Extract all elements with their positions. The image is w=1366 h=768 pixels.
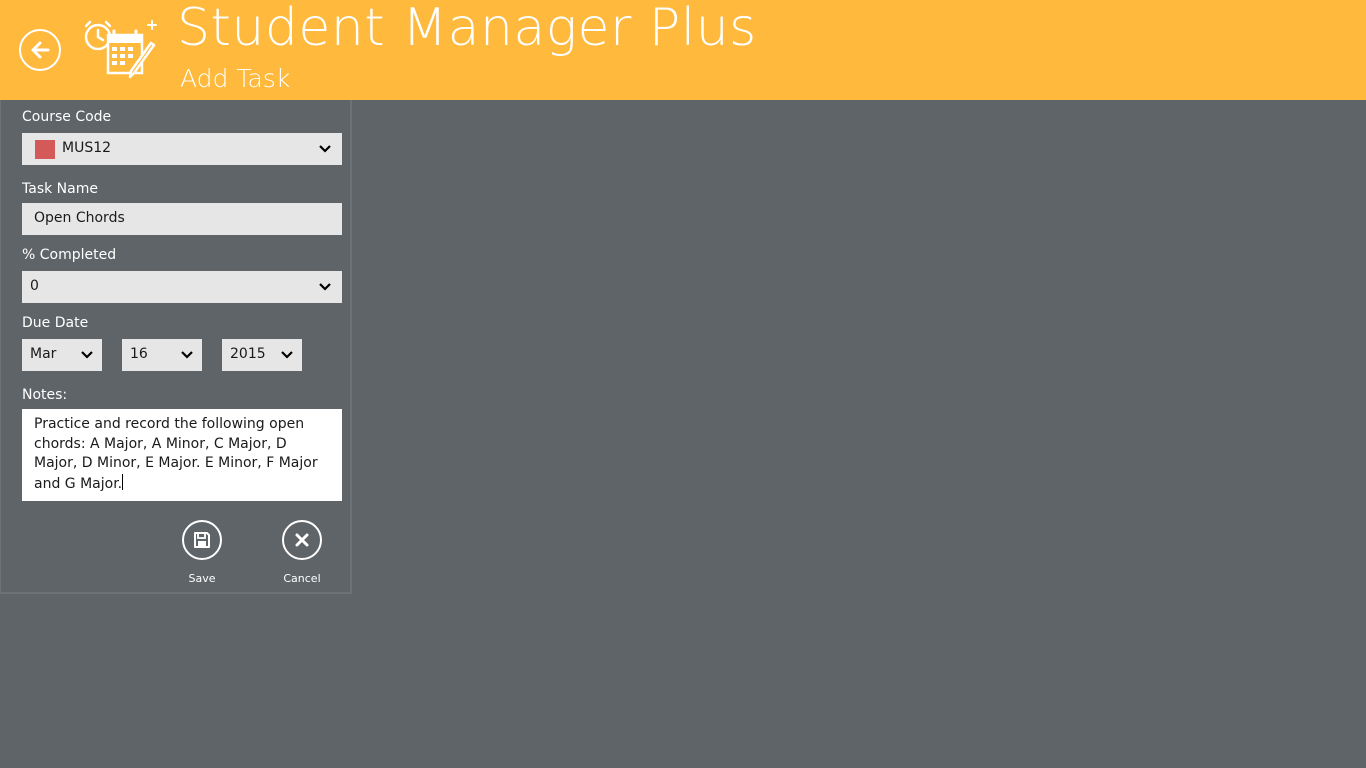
course-color-swatch [35,140,55,159]
course-code-label: Course Code [22,109,112,125]
notes-textarea[interactable]: Practice and record the following open c… [22,409,342,501]
cancel-button-circle [282,520,322,560]
text-cursor [122,473,124,490]
due-day-select[interactable]: 16 [122,339,202,371]
close-icon [295,533,309,547]
floppy-disk-icon [194,532,210,548]
percent-completed-value: 0 [30,278,39,294]
cancel-button[interactable]: Cancel [272,520,332,585]
chevron-down-icon [319,283,331,291]
save-label: Save [188,572,216,585]
task-name-value: Open Chords [34,210,125,226]
save-button[interactable]: Save [172,520,232,585]
course-code-value: MUS12 [62,140,112,156]
course-code-select[interactable]: MUS12 [22,133,342,165]
save-button-circle [182,520,222,560]
cancel-label: Cancel [283,572,321,585]
task-name-label: Task Name [22,181,98,197]
chevron-down-icon [281,351,293,359]
due-date-label: Due Date [22,315,89,331]
percent-completed-select[interactable]: 0 [22,271,342,303]
page-subtitle: Add Task [180,64,291,93]
notes-label: Notes: [22,387,68,403]
due-month-select[interactable]: Mar [22,339,102,371]
app-header: Student Manager Plus Add Task [0,0,1366,100]
due-year-value: 2015 [230,346,266,362]
chevron-down-icon [81,351,93,359]
chevron-down-icon [181,351,193,359]
back-arrow-icon [31,41,50,59]
percent-completed-label: % Completed [22,247,117,263]
notes-value: Practice and record the following open c… [34,416,318,492]
chevron-down-icon [319,145,331,153]
back-button[interactable] [19,29,61,71]
app-logo-icon [84,20,157,79]
due-year-select[interactable]: 2015 [222,339,302,371]
app-title: Student Manager Plus [177,0,757,58]
due-month-value: Mar [30,346,57,362]
due-day-value: 16 [130,346,148,362]
task-name-input[interactable]: Open Chords [22,203,342,235]
